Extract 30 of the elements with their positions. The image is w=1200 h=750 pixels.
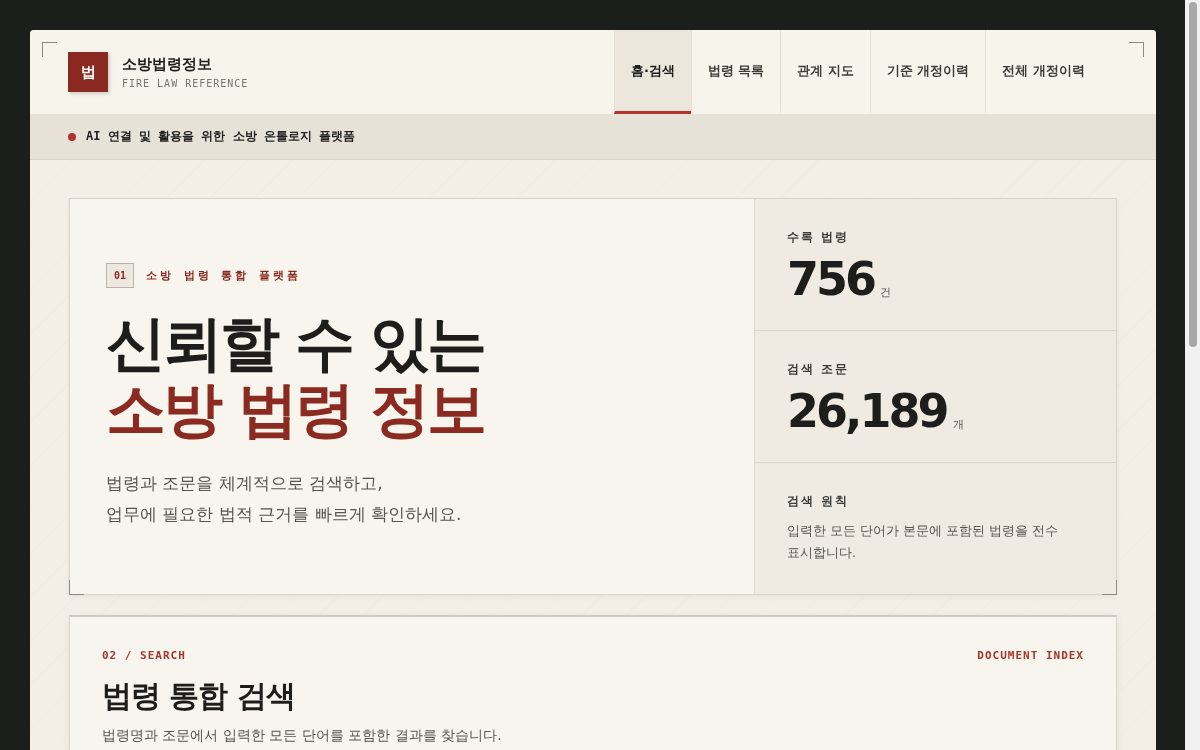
site-title: 소방법령정보 — [122, 55, 213, 74]
hero-description: 법령과 조문을 체계적으로 검색하고, — [106, 472, 384, 495]
hero-title: 소방 법령 정보 — [106, 376, 485, 442]
nav-tab[interactable]: 홈·검색 — [613, 30, 691, 114]
section-tag: DOCUMENT INDEX — [977, 649, 1084, 662]
stat-description: 입력한 모든 단어가 본문에 포함된 법령을 전수 표시합니다. — [787, 522, 1059, 562]
stat-unit: 건 — [880, 285, 892, 300]
stat-label: 검색 조문 — [787, 361, 851, 378]
stat-value: 756 — [787, 254, 875, 304]
section-title: 법령 통합 검색 — [102, 677, 296, 715]
scrollbar[interactable] — [1185, 0, 1200, 750]
corner-mark — [69, 580, 84, 595]
section-number: 01 — [106, 263, 135, 288]
eyebrow-text: 소방 법령 통합 플랫폼 — [146, 268, 301, 283]
scrollbar-thumb[interactable] — [1189, 2, 1197, 347]
status-dot — [68, 132, 76, 141]
section-label: 02 / SEARCH — [102, 649, 186, 662]
hero-title: 신뢰할 수 있는 — [106, 310, 485, 376]
site-subtitle: FIRE LAW REFERENCE — [122, 78, 249, 89]
corner-mark — [42, 42, 57, 57]
stat-label: 검색 원칙 — [787, 493, 851, 510]
corner-mark — [1102, 580, 1117, 595]
section-description: 법령명과 조문에서 입력한 모든 단어를 포함한 결과를 찾습니다. — [102, 727, 503, 745]
stat-value: 26,189 — [787, 386, 947, 436]
corner-mark — [1129, 42, 1144, 57]
stat-unit: 개 — [952, 417, 964, 432]
hero-description: 업무에 필요한 법적 근거를 빠르게 확인하세요. — [106, 503, 463, 526]
notice-text: AI 연결 및 활용을 위한 소방 온톨로지 플랫폼 — [86, 128, 356, 145]
logo: 법 — [68, 52, 108, 92]
stat-label: 수록 법령 — [787, 229, 851, 246]
